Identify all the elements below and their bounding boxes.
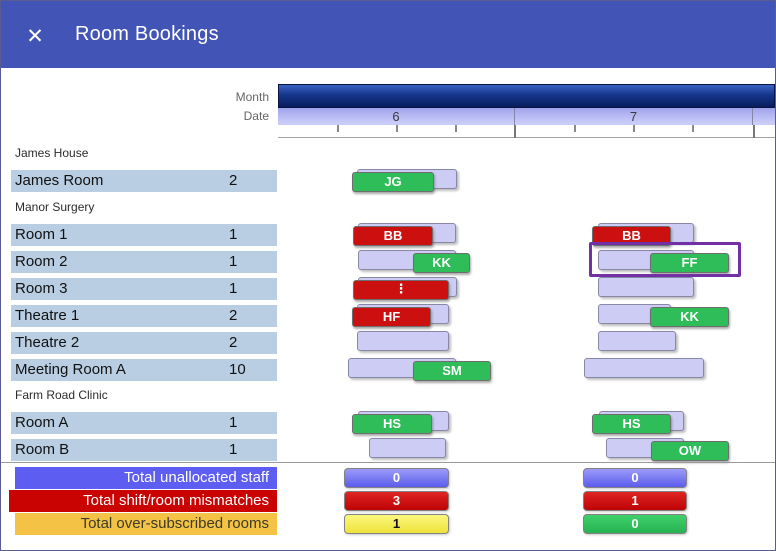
tick-mark: [455, 125, 457, 132]
room-label: Room 1 1: [11, 224, 277, 246]
summary-value-pill: 1: [583, 491, 687, 511]
booking-bar[interactable]: HF: [352, 307, 431, 327]
selected-booking-highlight: [589, 242, 741, 277]
date-header-cell[interactable]: 7: [515, 108, 753, 125]
room-label: Theatre 1 2: [11, 305, 277, 327]
summary-row-oversubscribed: Total over-subscribed rooms: [15, 513, 277, 535]
room-name: Room 1: [15, 224, 68, 246]
room-availability-bar[interactable]: [369, 438, 446, 458]
date-header-cell[interactable]: 6: [278, 108, 515, 125]
tick-mark: [337, 125, 339, 132]
room-capacity: 1: [229, 439, 237, 461]
day-boundary-tick: [514, 125, 516, 138]
room-name: Room 2: [15, 251, 68, 273]
table-row: Theatre 1 2 HF KK: [1, 305, 775, 327]
room-capacity: 2: [229, 332, 237, 354]
booking-bar[interactable]: HS: [592, 414, 671, 434]
table-row: Room A 1 HS HS: [1, 412, 775, 434]
table-row: Room B 1 OW: [1, 439, 775, 461]
summary-value-pill: 1: [344, 514, 449, 534]
room-availability-bar[interactable]: [598, 331, 676, 351]
booking-bar-overflow[interactable]: ⋮: [353, 280, 449, 300]
summary-row-mismatches: Total shift/room mismatches: [9, 490, 277, 512]
room-name: Theatre 2: [15, 332, 79, 354]
booking-bar[interactable]: KK: [413, 253, 470, 273]
room-capacity: 1: [229, 251, 237, 273]
summary-value-pill: 3: [344, 491, 449, 511]
room-name: Room 3: [15, 278, 68, 300]
summary-value-pill: 0: [344, 468, 449, 488]
booking-bar[interactable]: SM: [413, 361, 491, 381]
location-group-label: Farm Road Clinic: [15, 388, 108, 404]
month-header-bar: [278, 84, 775, 108]
day-boundary-tick: [753, 125, 755, 138]
room-capacity: 2: [229, 170, 237, 192]
room-availability-bar[interactable]: [357, 331, 449, 351]
date-row-label: Date: [151, 109, 269, 123]
table-row: Theatre 2 2: [1, 332, 775, 354]
tick-mark: [574, 125, 576, 132]
date-header-row: 6 7: [278, 108, 775, 125]
room-label: Meeting Room A 10: [11, 359, 277, 381]
table-row: James Room 2 JG: [1, 170, 775, 192]
room-label: Room 2 1: [11, 251, 277, 273]
booking-bar[interactable]: JG: [352, 172, 434, 192]
month-row-label: Month: [151, 90, 269, 104]
room-label: Room B 1: [11, 439, 277, 461]
table-row: Meeting Room A 10 SM: [1, 359, 775, 381]
booking-bar[interactable]: BB: [353, 226, 433, 246]
dialog-titlebar: ✕ Room Bookings: [1, 1, 775, 68]
room-availability-bar[interactable]: [598, 277, 694, 297]
tick-mark: [692, 125, 694, 132]
location-group-label: Manor Surgery: [15, 200, 94, 216]
room-bookings-dialog: ✕ Room Bookings Month Date 6 7 James Hou…: [0, 0, 776, 551]
date-header-cell[interactable]: [753, 108, 775, 125]
room-name: Theatre 1: [15, 305, 79, 327]
dialog-title: Room Bookings: [75, 1, 219, 68]
room-capacity: 2: [229, 305, 237, 327]
summary-divider: [1, 462, 775, 463]
table-row: Room 3 1 ⋮: [1, 278, 775, 300]
summary-row-unallocated: Total unallocated staff: [15, 467, 277, 489]
room-availability-bar[interactable]: [584, 358, 704, 378]
room-label: Theatre 2 2: [11, 332, 277, 354]
tick-mark: [633, 125, 635, 132]
room-name: Meeting Room A: [15, 359, 126, 381]
room-capacity: 1: [229, 224, 237, 246]
summary-value-pill: 0: [583, 468, 687, 488]
room-capacity: 10: [229, 359, 246, 381]
location-group-label: James House: [15, 146, 88, 162]
room-capacity: 1: [229, 278, 237, 300]
room-name: James Room: [15, 170, 103, 192]
timeline-ruler: [278, 125, 775, 138]
room-label: Room A 1: [11, 412, 277, 434]
booking-bar[interactable]: HS: [352, 414, 432, 434]
room-name: Room A: [15, 412, 68, 434]
booking-bar[interactable]: OW: [651, 441, 729, 461]
tick-mark: [396, 125, 398, 132]
room-name: Room B: [15, 439, 69, 461]
summary-value-pill: 0: [583, 514, 687, 534]
booking-bar[interactable]: KK: [650, 307, 729, 327]
room-label: James Room 2: [11, 170, 277, 192]
close-icon[interactable]: ✕: [23, 25, 47, 49]
room-label: Room 3 1: [11, 278, 277, 300]
table-row: Room 2 1 KK FF: [1, 251, 775, 273]
room-capacity: 1: [229, 412, 237, 434]
